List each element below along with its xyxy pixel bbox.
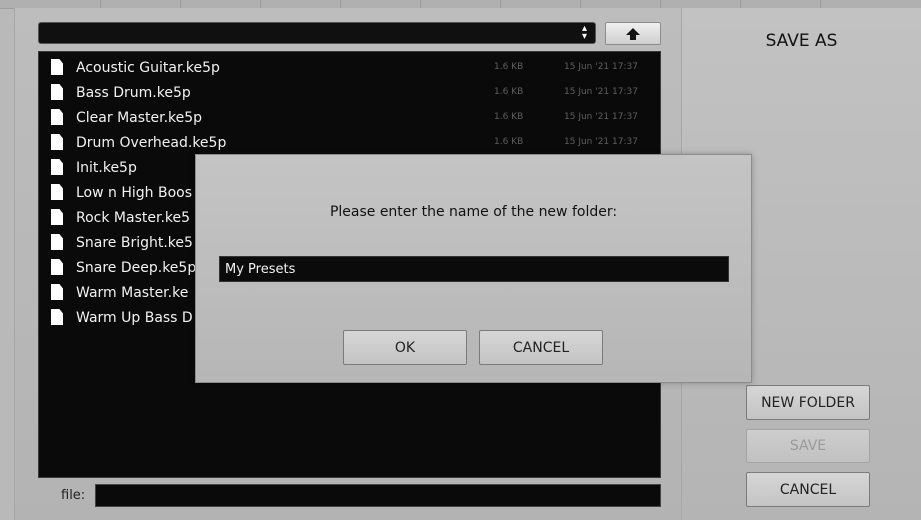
- file-name: Rock Master.ke5: [76, 210, 191, 226]
- document-icon: [51, 109, 63, 125]
- file-name: Acoustic Guitar.ke5p: [76, 60, 220, 76]
- save-button[interactable]: SAVE: [746, 429, 870, 463]
- parent-folder-button[interactable]: [605, 22, 661, 45]
- file-name: Bass Drum.ke5p: [76, 85, 191, 101]
- dialog-cancel-button[interactable]: CANCEL: [479, 330, 603, 365]
- file-size: 1.6 KB: [494, 87, 524, 97]
- file-row[interactable]: Bass Drum.ke5p 1.6 KB 15 Jun '21 17:37: [39, 80, 660, 105]
- file-size: 1.6 KB: [494, 137, 524, 147]
- select-arrows-icon: ▴ ▾: [581, 23, 587, 42]
- ok-button[interactable]: OK: [343, 330, 467, 365]
- document-icon: [51, 159, 63, 175]
- document-icon: [51, 59, 63, 75]
- panel-title: SAVE AS: [765, 31, 838, 51]
- file-date: 15 Jun '21 17:37: [564, 112, 638, 122]
- document-icon: [51, 184, 63, 200]
- document-icon: [51, 309, 63, 325]
- file-name: Warm Master.ke: [76, 285, 189, 301]
- document-icon: [51, 209, 63, 225]
- file-name: Low n High Boos: [76, 185, 192, 201]
- file-name-input[interactable]: [95, 484, 661, 507]
- dialog-prompt: Please enter the name of the new folder:: [329, 204, 618, 220]
- document-icon: [51, 134, 63, 150]
- file-date: 15 Jun '21 17:37: [564, 87, 638, 97]
- file-name: Snare Deep.ke5p: [76, 260, 197, 276]
- file-name: Drum Overhead.ke5p: [76, 135, 227, 151]
- new-folder-dialog: Please enter the name of the new folder:…: [195, 154, 752, 383]
- file-row[interactable]: Drum Overhead.ke5p 1.6 KB 15 Jun '21 17:…: [39, 130, 660, 155]
- file-row[interactable]: Clear Master.ke5p 1.6 KB 15 Jun '21 17:3…: [39, 105, 660, 130]
- file-name: Snare Bright.ke5: [76, 235, 193, 251]
- file-size: 1.6 KB: [494, 112, 524, 122]
- folder-name-input[interactable]: [219, 256, 729, 282]
- file-name: Init.ke5p: [76, 160, 137, 176]
- folder-path-select[interactable]: ▴ ▾: [38, 22, 596, 44]
- file-date: 15 Jun '21 17:37: [564, 62, 638, 72]
- file-date: 15 Jun '21 17:37: [564, 137, 638, 147]
- file-row[interactable]: Acoustic Guitar.ke5p 1.6 KB 15 Jun '21 1…: [39, 55, 660, 80]
- document-icon: [51, 284, 63, 300]
- document-icon: [51, 84, 63, 100]
- document-icon: [51, 234, 63, 250]
- document-icon: [51, 259, 63, 275]
- file-name: Clear Master.ke5p: [76, 110, 203, 126]
- new-folder-button[interactable]: NEW FOLDER: [746, 385, 870, 420]
- cancel-button[interactable]: CANCEL: [746, 472, 870, 507]
- file-name: Warm Up Bass D: [76, 310, 193, 326]
- file-name-label: file:: [61, 488, 86, 503]
- up-arrow-icon: [626, 27, 640, 40]
- file-size: 1.6 KB: [494, 62, 524, 72]
